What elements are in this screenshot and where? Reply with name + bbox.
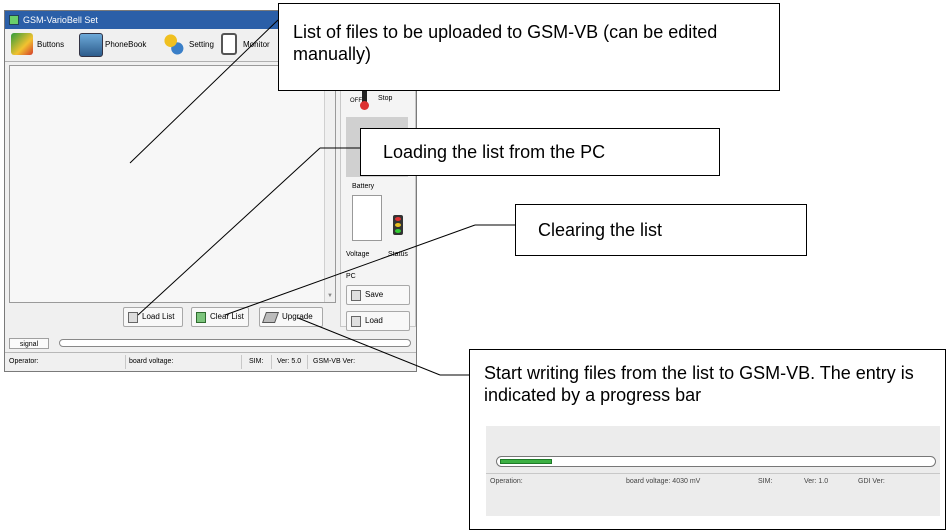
leader-line-load-list <box>137 147 321 316</box>
inset-status-bar: Operation: board voltage: 4030 mV SIM: V… <box>486 473 940 490</box>
leader-line-files-list <box>129 19 279 164</box>
callout-start-writing-text: Start writing files from the list to GSM… <box>484 363 914 405</box>
callout-files-list-text: List of files to be uploaded to GSM-VB (… <box>293 22 718 64</box>
inset-progress-fill <box>500 459 552 464</box>
leader-line-upgrade <box>297 317 441 376</box>
callout-files-list: List of files to be uploaded to GSM-VB (… <box>278 3 780 91</box>
inset-board-voltage: board voltage: 4030 mV <box>626 478 701 485</box>
callout-loading-list: Loading the list from the PC <box>360 128 720 176</box>
callout-loading-list-text: Loading the list from the PC <box>383 142 606 162</box>
callout-clearing-list: Clearing the list <box>515 204 807 256</box>
inset-operator: Operation: <box>490 478 523 485</box>
inset-version: Ver: 1.0 <box>804 478 829 485</box>
inset-sim: SIM: <box>758 478 773 485</box>
progress-inset-screenshot: Operation: board voltage: 4030 mV SIM: V… <box>486 426 940 516</box>
callout-clearing-list-text: Clearing the list <box>538 220 663 240</box>
inset-progress-bar <box>496 456 936 467</box>
leader-line-clear-list <box>224 224 476 316</box>
inset-gdi-version: GDI Ver: <box>858 478 885 485</box>
